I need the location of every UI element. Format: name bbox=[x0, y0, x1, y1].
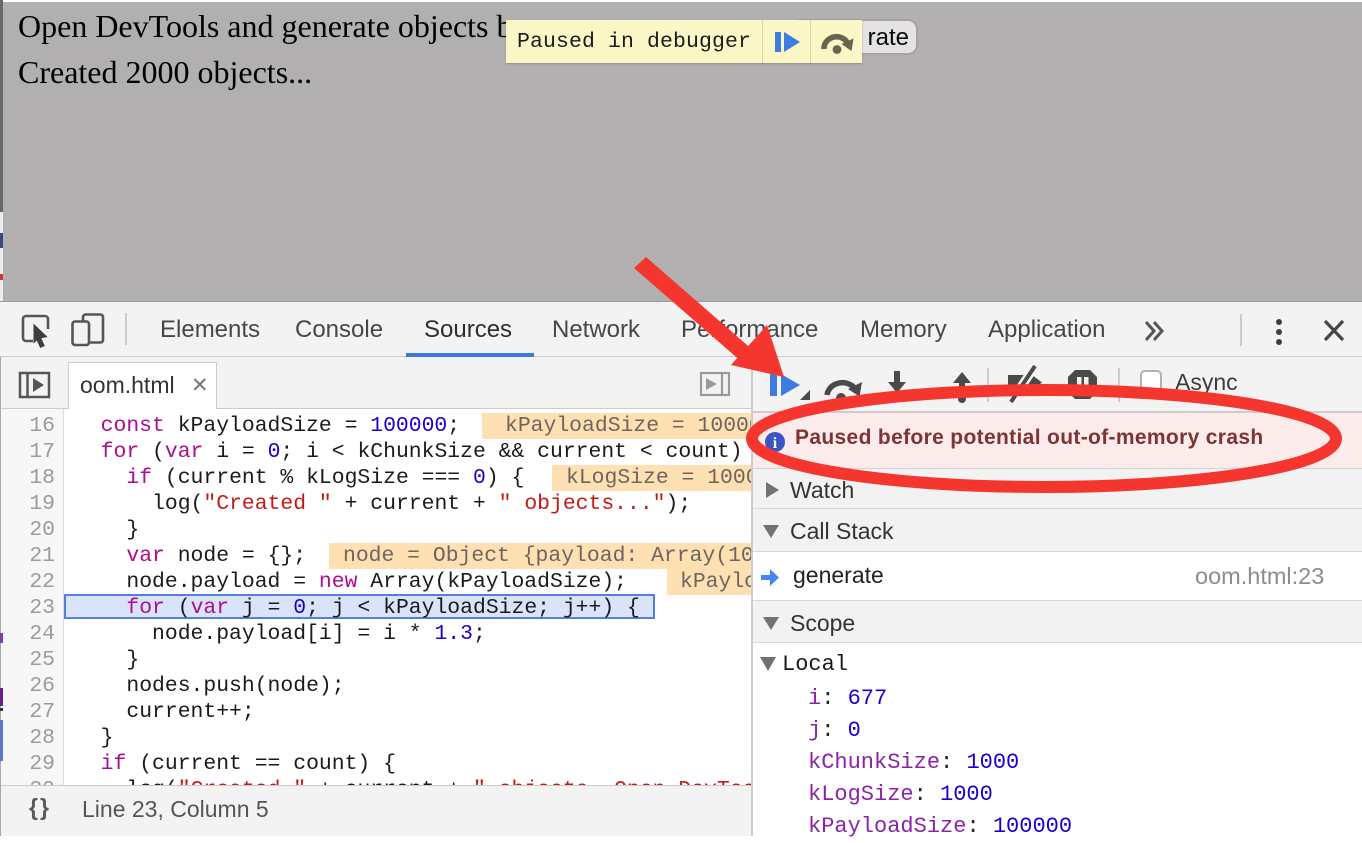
svg-text:Async: Async bbox=[1175, 369, 1238, 395]
svg-text:i: i bbox=[773, 435, 778, 452]
